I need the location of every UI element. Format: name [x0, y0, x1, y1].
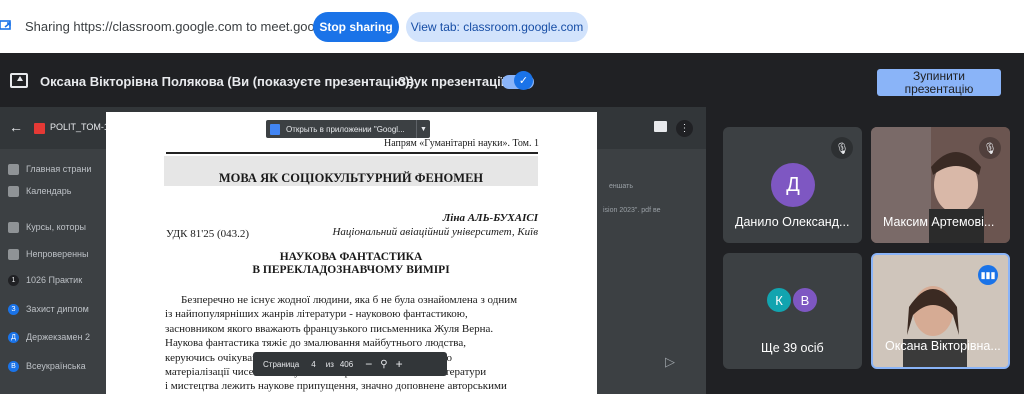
- sidebar-item-home[interactable]: Главная страни: [8, 162, 91, 176]
- page-label: Страница: [263, 359, 300, 369]
- body-line: із найпопулярніших жанрів літератури - н…: [165, 308, 468, 321]
- back-arrow-icon[interactable]: ←: [9, 119, 23, 135]
- sidebar-item-label: Календарь: [26, 186, 72, 196]
- open-in-app-button[interactable]: Открыть в приложении "Googl... ▼: [266, 120, 430, 138]
- sidebar-item-label: Главная страни: [26, 164, 92, 174]
- body-line: засновником якого вважають французького …: [165, 322, 494, 335]
- sidebar-item-todo[interactable]: Непроверенны: [8, 247, 89, 261]
- stop-sharing-button[interactable]: Stop sharing: [313, 12, 399, 42]
- home-icon: [8, 163, 19, 175]
- article-body: Безперечно не існує жодної людини, яка б…: [165, 293, 538, 394]
- course-avatar: Д: [8, 331, 19, 343]
- view-tab-button[interactable]: View tab: classroom.google.com: [406, 12, 588, 42]
- calendar-icon: [8, 185, 19, 197]
- participant-name: Оксана Вікторівна...: [885, 339, 1001, 353]
- sidebar-item-course[interactable]: 1 1026 Практик: [8, 273, 82, 287]
- body-line: і мистецтва лежить наукове припущення, з…: [165, 380, 507, 393]
- avatar: К: [765, 286, 793, 314]
- stop-presentation-button[interactable]: Зупинити презентацію: [877, 69, 1001, 96]
- participant-tile[interactable]: К В Ще 39 осіб: [723, 253, 862, 369]
- article-author: Ліна АЛЬ-БУХАІСІ: [442, 212, 538, 224]
- sidebar-item-course[interactable]: З Захист диплом: [8, 302, 89, 316]
- course-avatar: З: [8, 303, 19, 315]
- participant-tile[interactable]: ▮▮▮ Оксана Вікторівна...: [871, 253, 1010, 369]
- page-total: 406: [339, 359, 354, 369]
- classroom-sidebar: Главная страни Календарь Курсы, которы Н…: [0, 149, 106, 394]
- classroom-text: еншать: [609, 183, 633, 190]
- participant-name: Максим Артемові...: [883, 215, 995, 229]
- zoom-in-icon[interactable]: +: [396, 357, 403, 371]
- sidebar-item-course[interactable]: В Всеукраїнська: [8, 359, 86, 373]
- sharing-status-text: Sharing https://classroom.google.com to …: [25, 19, 361, 34]
- body-line: Наукова фантастика тяжіє до змалювання м…: [165, 337, 466, 350]
- participant-name: Данило Олександ...: [735, 215, 850, 229]
- sidebar-item-course[interactable]: Д Держекзамен 2: [8, 330, 90, 344]
- google-docs-icon: [270, 123, 280, 135]
- sidebar-item-label: Держекзамен 2: [26, 332, 90, 342]
- page-of-label: из: [325, 359, 334, 369]
- presenter-title: Оксана Вікторівна Полякова (Ви (показуєт…: [40, 74, 414, 89]
- body-line: Безперечно не існує жодної людини, яка б…: [181, 294, 518, 306]
- zoom-icon[interactable]: ⚲: [380, 359, 387, 370]
- course-avatar: В: [8, 360, 19, 372]
- send-icon[interactable]: ▷: [665, 354, 675, 370]
- page-header: Напрям «Гуманітарні науки». Том. 1: [384, 138, 539, 149]
- more-options-icon[interactable]: ⋮: [676, 120, 693, 137]
- classroom-content-right: еншать ision 2023". pdf ве ▷ ?: [597, 149, 706, 394]
- subtitle-line: В ПЕРЕКЛАДОЗНАВЧОМУ ВИМІРІ: [252, 264, 450, 276]
- speaking-indicator-icon: ▮▮▮: [978, 265, 998, 285]
- open-in-app-label: Открыть в приложении "Googl...: [286, 124, 405, 134]
- zoom-out-icon[interactable]: −: [365, 357, 372, 371]
- sidebar-item-calendar[interactable]: Календарь: [8, 184, 71, 198]
- mic-off-icon: 🎙: [831, 137, 853, 159]
- page-navigation: Страница 4 из 406 − ⚲ +: [253, 352, 447, 376]
- participant-tile[interactable]: 🎙 Максим Артемові...: [871, 127, 1010, 243]
- classroom-text: ision 2023". pdf ве: [603, 207, 661, 214]
- present-screen-icon: [10, 73, 28, 88]
- chevron-down-icon[interactable]: ▼: [416, 120, 430, 138]
- pdf-file-icon: [34, 123, 45, 134]
- presentation-bar: Оксана Вікторівна Полякова (Ви (показуєт…: [0, 63, 1024, 100]
- course-avatar: 1: [8, 274, 19, 286]
- sidebar-item-enrolled[interactable]: Курсы, которы: [8, 220, 86, 234]
- sidebar-item-label: Захист диплом: [26, 304, 89, 314]
- article-subtitle: НАУКОВА ФАНТАСТИКА В ПЕРЕКЛАДОЗНАВЧОМУ В…: [164, 251, 538, 277]
- avatar: Д: [771, 163, 815, 207]
- screen-share-icon: [0, 20, 11, 30]
- sidebar-item-label: Непроверенны: [26, 249, 89, 259]
- page-number-input[interactable]: 4: [311, 360, 315, 369]
- folder-icon: [8, 248, 19, 260]
- mic-off-icon: 🎙: [979, 137, 1001, 159]
- participant-tile[interactable]: 🎙 Д Данило Олександ...: [723, 127, 862, 243]
- check-icon[interactable]: ✓: [514, 71, 533, 90]
- sidebar-item-label: 1026 Практик: [26, 275, 83, 285]
- avatar: В: [791, 286, 819, 314]
- article-title: МОВА ЯК СОЦІОКУЛЬТУРНИЙ ФЕНОМЕН: [218, 171, 484, 185]
- sharing-bar: Sharing https://classroom.google.com to …: [0, 0, 1024, 53]
- sidebar-item-label: Всеукраїнська: [26, 361, 86, 371]
- school-icon: [8, 221, 19, 233]
- more-participants-label: Ще 39 осіб: [761, 341, 824, 355]
- page-rule: [166, 152, 538, 154]
- udk-code: УДК 81'25 (043.2): [166, 228, 250, 240]
- sidebar-item-label: Курсы, которы: [26, 222, 86, 232]
- subtitle-line: НАУКОВА ФАНТАСТИКА: [279, 251, 423, 263]
- print-icon[interactable]: [654, 121, 667, 132]
- author-affiliation: Національний авіаційний університет, Киї…: [332, 226, 538, 238]
- presentation-sound-label: Звук презентації: [398, 74, 505, 89]
